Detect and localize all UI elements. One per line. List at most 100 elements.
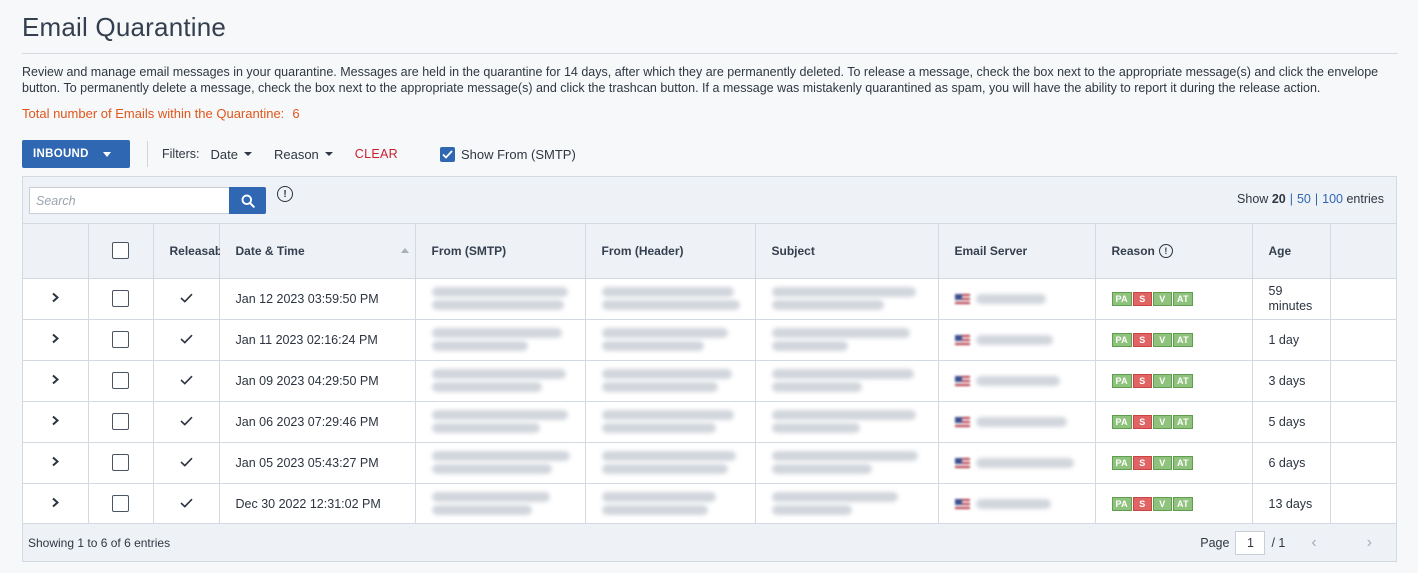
releasable-cell [153,319,220,361]
select-all-checkbox[interactable] [112,242,129,260]
table-row[interactable]: Jan 11 2023 02:16:24 PM PA S V AT 1 day [23,319,1396,361]
expand-cell[interactable] [23,442,89,484]
expand-column-header [23,224,89,279]
expand-cell[interactable] [23,401,89,443]
search-info-icon[interactable]: ! [277,186,293,202]
check-icon [179,457,193,467]
from-smtp-cell [415,360,586,402]
subject-cell [755,401,939,443]
reason-badge: AT [1172,414,1193,429]
select-cell [88,483,154,525]
search-button[interactable] [229,187,266,214]
reason-badge: V [1152,291,1172,306]
from-smtp-cell [415,278,586,320]
date-time-cell: Jan 09 2023 04:29:50 PM [219,360,416,402]
search-input[interactable] [29,187,229,214]
releasable-cell [153,483,220,525]
date-time-cell: Jan 12 2023 03:59:50 PM [219,278,416,320]
chevron-right-icon[interactable] [51,415,60,426]
table-row[interactable]: Dec 30 2022 12:31:02 PM PA S V AT 13 days [23,483,1396,525]
reason-badges: PA S V AT [1111,373,1252,388]
expand-cell[interactable] [23,319,89,361]
age-cell: 1 day [1252,319,1331,361]
age-cell: 13 days [1252,483,1331,525]
show-from-smtp-toggle[interactable]: Show From (SMTP) [439,146,576,162]
from-header-column-header[interactable]: From (Header) [585,224,756,279]
page-label: Page [1200,536,1230,550]
age-cell: 5 days [1252,401,1331,443]
reason-info-icon[interactable]: ! [1158,243,1173,258]
caret-down-icon [324,152,333,156]
next-page-button[interactable]: › [1367,534,1372,552]
filters-label: Filters: [162,147,200,161]
show-from-checkbox[interactable] [439,146,455,162]
expand-cell[interactable] [23,360,89,402]
age-column-header[interactable]: Age [1252,224,1331,279]
check-icon [179,334,193,344]
reason-badge: V [1152,455,1172,470]
table-row[interactable]: Jan 05 2023 05:43:27 PM PA S V AT 6 days [23,442,1396,484]
subject-cell [755,360,939,402]
row-checkbox[interactable] [112,372,129,389]
row-checkbox[interactable] [112,454,129,471]
releasable-column-header[interactable]: Releasable [153,224,232,279]
email-server-cell [938,401,1096,443]
releasable-cell [153,442,220,484]
page-number-input[interactable] [1235,531,1266,555]
date-filter-label: Date [210,146,238,162]
chevron-right-icon[interactable] [51,497,60,508]
clear-filters-button[interactable]: CLEAR [355,147,398,161]
page-size-50[interactable]: 50 [1297,192,1311,206]
from-smtp-column-header[interactable]: From (SMTP) [415,224,586,279]
previous-page-button[interactable]: ‹ [1311,534,1316,552]
reason-cell: PA S V AT [1095,319,1253,361]
page-size-100[interactable]: 100 [1322,192,1343,206]
reason-badge: PA [1111,291,1132,306]
row-checkbox[interactable] [112,413,129,430]
chevron-right-icon[interactable] [51,333,60,344]
quarantine-total: Total number of Emails within the Quaran… [22,106,300,121]
reason-cell: PA S V AT [1095,360,1253,402]
date-time-cell: Jan 11 2023 02:16:24 PM [219,319,416,361]
subject-cell [755,442,939,484]
direction-dropdown-button[interactable]: INBOUND [22,140,130,168]
reason-badge: AT [1172,291,1193,306]
chevron-right-icon[interactable] [51,374,60,385]
subject-column-header[interactable]: Subject [755,224,939,279]
table-row[interactable]: Jan 09 2023 04:29:50 PM PA S V AT 3 days [23,360,1396,402]
date-time-cell: Dec 30 2022 12:31:02 PM [219,483,416,525]
expand-cell[interactable] [23,483,89,525]
table-row[interactable]: Jan 12 2023 03:59:50 PM PA S V AT 59 minute… [23,278,1396,320]
reason-column-header[interactable]: Reason! [1095,224,1253,279]
reason-badge: AT [1172,332,1193,347]
row-checkbox[interactable] [112,331,129,348]
expand-cell[interactable] [23,278,89,320]
quarantine-total-label: Total number of Emails within the Quaran… [22,106,285,121]
date-time-column-header[interactable]: Date & Time [219,224,416,279]
subject-cell [755,319,939,361]
search-icon [241,194,255,208]
select-cell [88,360,154,402]
date-filter-dropdown[interactable]: Date [211,147,252,162]
chevron-right-icon[interactable] [51,456,60,467]
reason-badge: S [1132,332,1152,347]
row-checkbox[interactable] [112,495,129,512]
reason-cell: PA S V AT [1095,442,1253,484]
chevron-right-icon[interactable] [51,292,60,303]
reason-filter-dropdown[interactable]: Reason [274,147,333,162]
subject-cell [755,483,939,525]
reason-badge: PA [1111,455,1132,470]
table-row[interactable]: Jan 06 2023 07:29:46 PM PA S V AT 5 days [23,401,1396,443]
row-checkbox[interactable] [112,290,129,307]
show-from-label: Show From (SMTP) [460,146,576,162]
page-total: / 1 [1271,536,1286,550]
table-header-row: Releasable Date & Time From (SMTP) From … [23,224,1396,279]
check-icon [179,416,193,426]
email-server-column-header[interactable]: Email Server [938,224,1096,279]
select-all-header [88,224,154,279]
page-size-20[interactable]: 20 [1272,192,1286,206]
reason-badge: S [1132,414,1152,429]
reason-badge: S [1132,291,1152,306]
quarantine-total-count: 6 [292,106,300,121]
reason-badge: S [1132,373,1152,388]
